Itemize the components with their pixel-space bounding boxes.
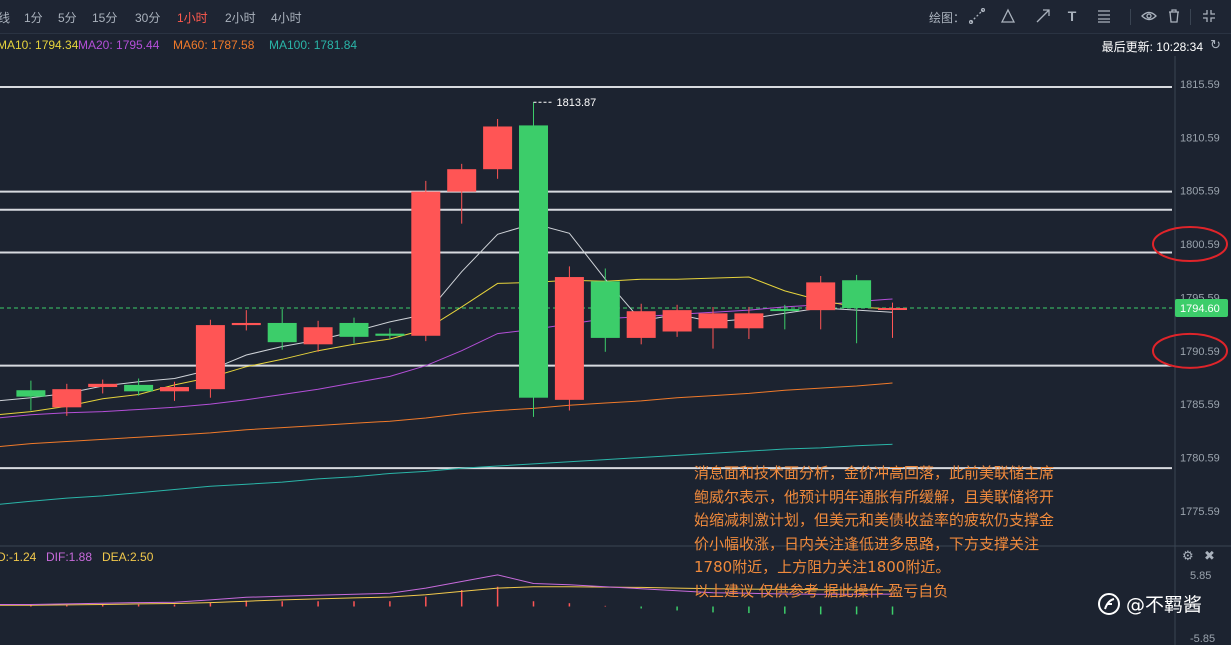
timeframe-4h[interactable]: 4小时: [271, 9, 302, 26]
candle-body: [267, 322, 297, 343]
close-icon[interactable]: ✖: [1204, 548, 1215, 564]
candle-body: [195, 325, 225, 390]
annotation-line: 价小幅收涨，日内关注逢低进多思路，下方支撑关注: [694, 534, 1040, 553]
candle-body: [842, 280, 872, 309]
candle-body: [590, 281, 620, 338]
ma60-line: [0, 382, 893, 448]
candle-body: [339, 322, 369, 337]
candle-body: [124, 384, 154, 392]
collapse-icon[interactable]: [1199, 6, 1219, 26]
candle-body: [447, 169, 477, 192]
ma100-value: MA100: 1781.84: [269, 38, 358, 52]
candle-body: [16, 390, 46, 397]
annotation-line: 鲍威尔表示，他预计明年通胀有所缓解，且美联储将开: [694, 487, 1055, 506]
timeframe-5m[interactable]: 5分: [58, 9, 77, 26]
ma10-value: MA10: 1794.34: [0, 38, 79, 52]
timeframe-1m[interactable]: 1分: [24, 9, 43, 26]
analysis-annotation: 消息面和技术面分析，金价冲高回落，此前美联储主席 鲍威尔表示，他预计明年通胀有所…: [694, 462, 1094, 603]
candle-body: [303, 327, 333, 345]
price-tick-label: 1800.59: [1180, 239, 1220, 251]
moving-average-legend: MA10: 1794.34 MA20: 1795.44 MA60: 1787.5…: [0, 34, 1231, 56]
candle-body: [88, 383, 118, 388]
candle-body: [483, 126, 513, 170]
text-tool[interactable]: T: [1062, 6, 1082, 26]
price-tick-label: 1810.59: [1180, 132, 1220, 144]
annotation-line: 始缩减刺激计划，但美元和美债收益率的疲软仍支撑金: [694, 511, 1055, 529]
price-tick-label: 1780.59: [1180, 453, 1220, 465]
candle-body: [878, 308, 907, 311]
refresh-icon[interactable]: ↻: [1210, 37, 1221, 53]
arrow-tool-icon[interactable]: [1033, 6, 1053, 26]
timeframe-toolbar: 线 1分 5分 15分 30分 1小时 2小时 4小时 绘图： T: [0, 0, 1231, 34]
candle-body: [519, 125, 548, 398]
candle-body: [698, 313, 728, 329]
ma_white-line: [0, 223, 893, 402]
macd-tick-label: 5.85: [1190, 570, 1211, 582]
macd-tick-label: -5.85: [1190, 633, 1215, 645]
horizontal-levels: [0, 85, 1172, 470]
timeframe-line[interactable]: 线: [0, 9, 10, 26]
candle-body: [375, 333, 405, 336]
watermark-text: @不羁酱: [1126, 594, 1203, 616]
candle-body: [734, 313, 764, 329]
current-price-label: 1794.60: [1180, 303, 1220, 315]
price-tick-label: 1785.59: [1180, 399, 1220, 411]
candle-body: [662, 310, 692, 332]
high-price-label: 1813.87: [557, 97, 597, 109]
candle-body: [626, 311, 656, 338]
toolbar-divider: [1190, 9, 1191, 25]
dea-value: DEA:2.50: [102, 550, 154, 564]
fib-tool-icon[interactable]: [1094, 6, 1114, 26]
draw-tools-label: 绘图：: [929, 11, 966, 25]
price-tick-label: 1815.59: [1180, 79, 1220, 91]
trash-icon[interactable]: [1164, 6, 1184, 26]
watermark: @不羁酱: [1098, 590, 1202, 617]
last-update-time: 最后更新: 10:28:34: [1101, 40, 1203, 54]
ma20-value: MA20: 1795.44: [78, 38, 160, 52]
dif-value: DIF:1.88: [46, 550, 93, 564]
candle-body: [231, 322, 261, 326]
gear-icon[interactable]: ⚙: [1182, 548, 1194, 564]
candle-body: [554, 277, 584, 400]
eye-icon[interactable]: [1139, 6, 1159, 26]
candle-body: [160, 387, 189, 392]
timeframe-1h[interactable]: 1小时: [177, 9, 208, 26]
ma60-value: MA60: 1787.58: [173, 38, 255, 52]
annotation-line: 以上建议 仅供参考 据此操作 盈亏自负: [694, 581, 949, 600]
toolbar-divider: [1130, 9, 1131, 25]
line-tool-icon[interactable]: [967, 6, 987, 26]
price-tick-label: 1805.59: [1180, 186, 1220, 198]
triangle-tool-icon[interactable]: [998, 6, 1018, 26]
annotation-line: 1780附近，上方阻力关注1800附近。: [694, 558, 951, 576]
platform-logo-icon: [1098, 592, 1120, 615]
price-tick-label: 1775.59: [1180, 506, 1220, 518]
candle-body: [52, 389, 82, 408]
timeframe-30m[interactable]: 30分: [135, 9, 160, 26]
candle-body: [411, 191, 441, 336]
macd-value: D:-1.24: [0, 550, 37, 564]
price-tick-label: 1790.59: [1180, 346, 1220, 358]
candlesticks: 1813.87: [16, 97, 907, 417]
candle-body: [806, 282, 836, 311]
candle-body: [770, 309, 800, 312]
ma10-line: [0, 276, 893, 416]
timeframe-2h[interactable]: 2小时: [225, 9, 256, 26]
timeframe-15m[interactable]: 15分: [92, 9, 117, 26]
annotation-line: 消息面和技术面分析，金价冲高回落，此前美联储主席: [694, 464, 1055, 482]
